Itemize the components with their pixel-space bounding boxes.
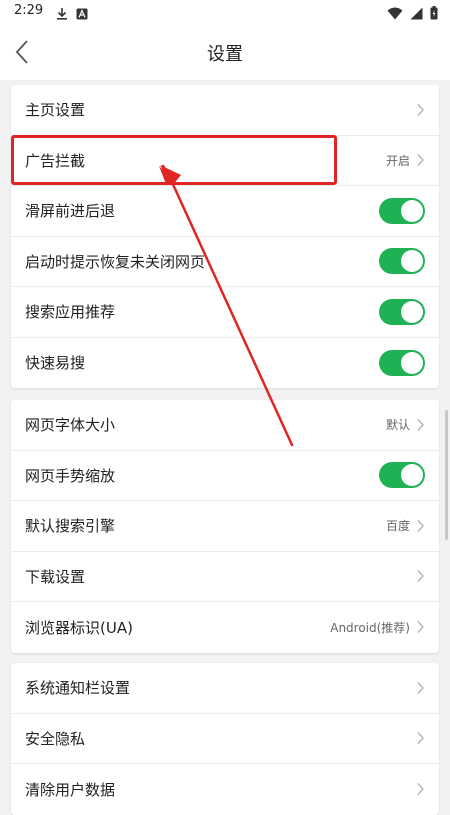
search-app-recommend-toggle[interactable] xyxy=(379,298,425,325)
setting-restore-prompt[interactable]: 启动时提示恢复未关闭网页 xyxy=(11,237,439,287)
chevron-right-icon xyxy=(416,620,425,634)
settings-group-general: 主页设置 广告拦截 开启 滑屏前进后退 启动时提示恢复未关闭网页 搜索应用推荐 … xyxy=(11,85,439,388)
scrollbar[interactable] xyxy=(445,410,448,540)
setting-label: 滑屏前进后退 xyxy=(25,202,116,221)
page-title: 设置 xyxy=(207,44,243,65)
setting-label: 广告拦截 xyxy=(25,151,86,170)
setting-value: 开启 xyxy=(385,153,410,168)
restore-prompt-toggle[interactable] xyxy=(379,248,425,275)
header: 设置 xyxy=(0,24,450,80)
toggle-knob xyxy=(401,464,423,487)
setting-clear-data[interactable]: 清除用户数据 xyxy=(11,764,439,815)
chevron-right-icon xyxy=(416,519,425,533)
status-bar: 2:29 xyxy=(0,0,450,24)
chevron-right-icon xyxy=(416,153,425,167)
setting-label: 默认搜索引擎 xyxy=(25,517,116,536)
setting-swipe-navigation[interactable]: 滑屏前进后退 xyxy=(11,186,439,237)
setting-default-search-engine[interactable]: 默认搜索引擎 百度 xyxy=(11,501,439,552)
setting-font-size[interactable]: 网页字体大小 默认 xyxy=(11,400,439,451)
setting-quick-search[interactable]: 快速易搜 xyxy=(11,338,439,389)
setting-label: 清除用户数据 xyxy=(25,780,116,799)
setting-label: 浏览器标识(UA) xyxy=(25,618,133,637)
setting-ad-block[interactable]: 广告拦截 开启 xyxy=(11,136,439,186)
toggle-knob xyxy=(401,351,423,374)
setting-label: 网页字体大小 xyxy=(25,416,116,435)
setting-user-agent[interactable]: 浏览器标识(UA) Android(推荐) xyxy=(11,602,439,653)
setting-value: Android(推荐) xyxy=(330,620,410,635)
setting-value: 百度 xyxy=(385,519,410,534)
download-icon xyxy=(56,5,68,24)
setting-label: 主页设置 xyxy=(25,101,86,120)
chevron-right-icon xyxy=(416,569,425,583)
setting-label: 网页手势缩放 xyxy=(25,466,116,485)
setting-privacy[interactable]: 安全隐私 xyxy=(11,714,439,764)
battery-icon xyxy=(430,5,438,24)
chevron-right-icon xyxy=(416,418,425,432)
setting-download[interactable]: 下载设置 xyxy=(11,552,439,602)
setting-label: 系统通知栏设置 xyxy=(25,679,131,698)
chevron-right-icon xyxy=(416,782,425,796)
chevron-right-icon xyxy=(416,103,425,117)
wifi-icon xyxy=(387,5,403,24)
signal-icon xyxy=(410,5,423,24)
setting-label: 搜索应用推荐 xyxy=(25,303,116,322)
chevron-right-icon xyxy=(416,731,425,745)
setting-search-app-recommend[interactable]: 搜索应用推荐 xyxy=(11,287,439,338)
setting-label: 启动时提示恢复未关闭网页 xyxy=(25,252,206,271)
toggle-knob xyxy=(401,199,423,222)
chevron-right-icon xyxy=(416,681,425,695)
settings-group-browsing: 网页字体大小 默认 网页手势缩放 默认搜索引擎 百度 下载设置 浏览器标识(UA… xyxy=(11,400,439,653)
setting-value: 默认 xyxy=(385,418,410,433)
toggle-knob xyxy=(401,300,423,323)
setting-label: 快速易搜 xyxy=(25,354,86,373)
gesture-zoom-toggle[interactable] xyxy=(379,462,425,489)
setting-notification-bar[interactable]: 系统通知栏设置 xyxy=(11,663,439,714)
swipe-navigation-toggle[interactable] xyxy=(379,197,425,224)
setting-homepage[interactable]: 主页设置 xyxy=(11,85,439,136)
status-time: 2:29 xyxy=(14,3,44,18)
settings-group-system: 系统通知栏设置 安全隐私 清除用户数据 xyxy=(11,663,439,815)
setting-label: 下载设置 xyxy=(25,567,86,586)
app-a-icon xyxy=(76,5,88,24)
setting-label: 安全隐私 xyxy=(25,729,86,748)
quick-search-toggle[interactable] xyxy=(379,349,425,376)
setting-gesture-zoom[interactable]: 网页手势缩放 xyxy=(11,451,439,501)
toggle-knob xyxy=(401,250,423,273)
